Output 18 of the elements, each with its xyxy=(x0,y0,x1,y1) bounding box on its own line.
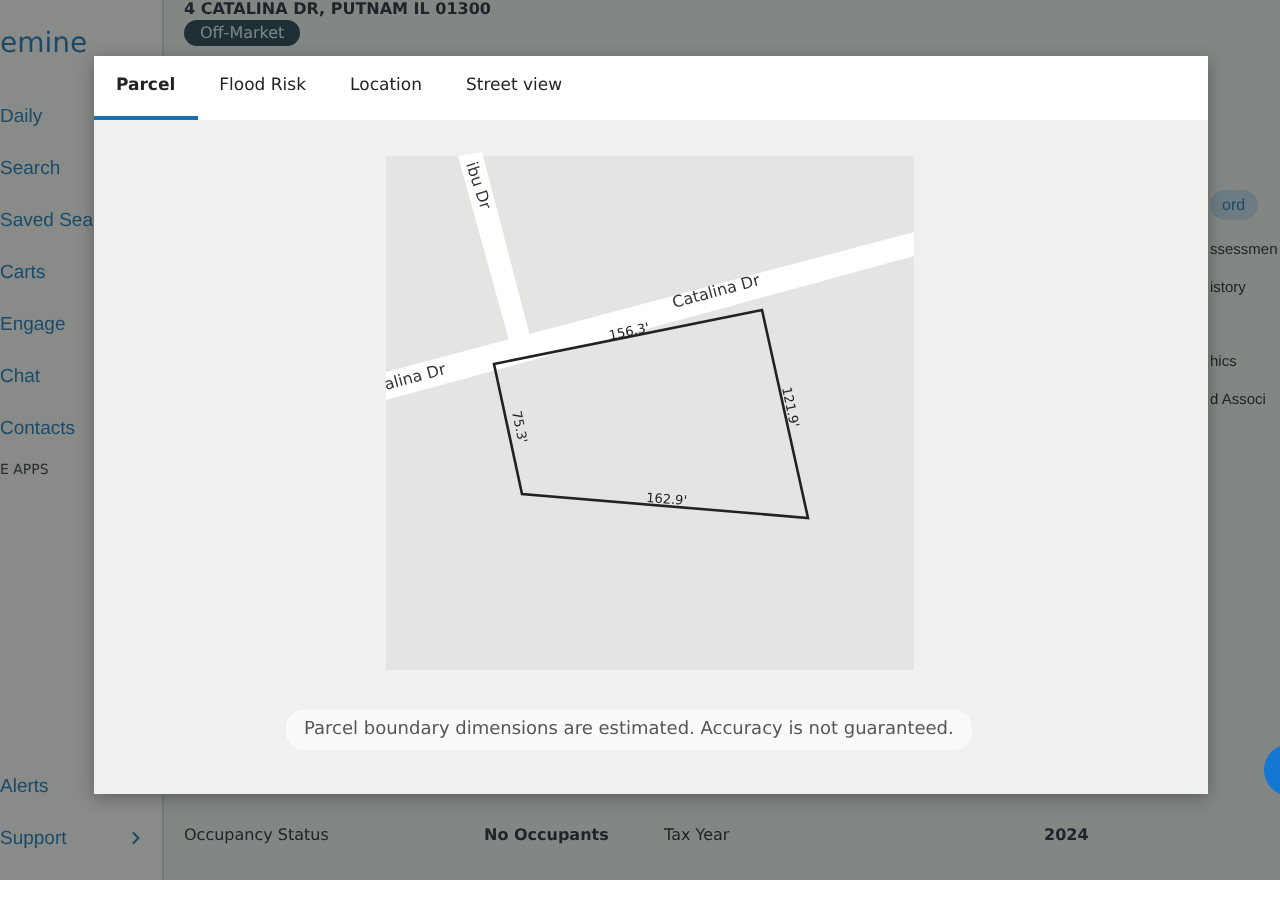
dialog-tab[interactable]: Street view xyxy=(443,56,585,120)
detail-value: 2024 xyxy=(1044,826,1091,844)
detail-value: No Occupants xyxy=(484,826,611,844)
detail-label: Occupancy Status xyxy=(184,826,331,844)
sidebar-item[interactable]: Support xyxy=(0,812,67,864)
dialog-tab[interactable]: Flood Risk xyxy=(197,56,329,120)
status-badge: Off-Market xyxy=(184,20,301,46)
tab-pill[interactable]: ord xyxy=(1210,190,1258,220)
logo[interactable]: emine xyxy=(0,28,162,60)
detail-label: Tax Year xyxy=(664,826,732,844)
street-label: Catalina Dr xyxy=(670,271,762,312)
sidebar-item[interactable]: Alerts xyxy=(0,760,49,812)
disclaimer-notice: Parcel boundary dimensions are estimated. Accuracy is not guaranteed. xyxy=(286,710,972,750)
street-label: alina Dr xyxy=(382,360,448,394)
property-address: 4 CATALINA DR, PUTNAM IL 01300 xyxy=(184,0,493,18)
street-label: ibu Dr xyxy=(462,159,495,212)
dialog-tab[interactable]: Parcel xyxy=(94,56,198,120)
dialog-tab[interactable]: Location xyxy=(328,56,444,120)
